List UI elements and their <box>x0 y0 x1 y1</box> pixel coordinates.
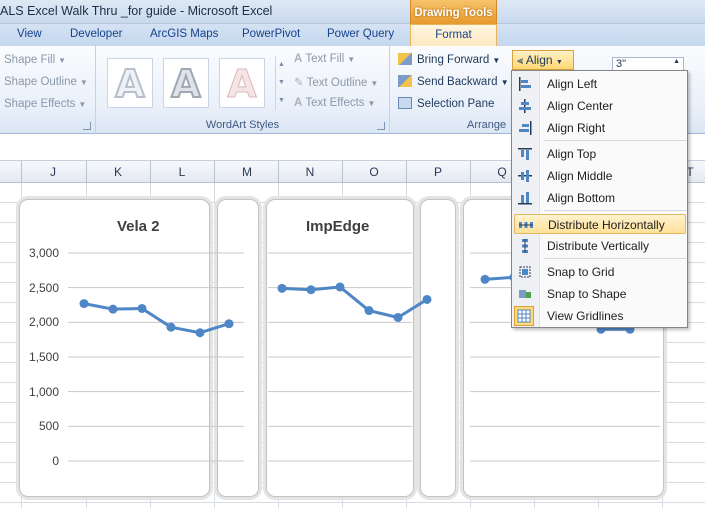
data-point <box>335 282 345 292</box>
menu-item-distribute-horizontally[interactable]: Distribute Horizontally <box>514 214 686 234</box>
view-gridlines-icon <box>514 306 534 326</box>
data-point <box>480 274 490 284</box>
menu-item-snap-to-grid[interactable]: Snap to Grid <box>514 262 686 282</box>
menu-item-distribute-vertically[interactable]: Distribute Vertically <box>514 236 686 256</box>
align-dropdown-menu: Align Left Align Center Align Right Alig… <box>511 70 688 328</box>
data-point <box>393 312 403 322</box>
data-point <box>364 306 374 316</box>
data-point <box>277 283 287 293</box>
menu-item-align-middle[interactable]: Align Middle <box>514 166 686 186</box>
menu-item-align-left[interactable]: Align Left <box>514 74 686 94</box>
data-point <box>422 294 432 304</box>
snap-to-grid-icon <box>518 265 532 279</box>
data-point <box>79 299 89 309</box>
series-line <box>83 302 230 335</box>
align-bottom-icon <box>518 191 532 205</box>
align-left-icon <box>518 77 532 91</box>
menu-item-align-bottom[interactable]: Align Bottom <box>514 188 686 208</box>
distribute-horizontally-icon <box>519 218 533 232</box>
menu-item-view-gridlines[interactable]: View Gridlines <box>514 306 686 326</box>
data-point <box>306 285 316 295</box>
data-point <box>195 328 205 338</box>
menu-item-align-right[interactable]: Align Right <box>514 118 686 138</box>
menu-item-snap-to-shape[interactable]: Snap to Shape <box>514 284 686 304</box>
align-middle-icon <box>518 169 532 183</box>
menu-item-align-center[interactable]: Align Center <box>514 96 686 116</box>
series-line <box>281 285 428 319</box>
align-right-icon <box>518 121 532 135</box>
menu-item-align-top[interactable]: Align Top <box>514 144 686 164</box>
data-point <box>137 303 147 313</box>
align-top-icon <box>518 147 532 161</box>
align-center-icon <box>518 99 532 113</box>
data-point <box>166 322 176 332</box>
data-point <box>224 319 234 329</box>
snap-to-shape-icon <box>518 287 532 301</box>
data-point <box>108 304 118 314</box>
distribute-vertically-icon <box>518 239 532 253</box>
